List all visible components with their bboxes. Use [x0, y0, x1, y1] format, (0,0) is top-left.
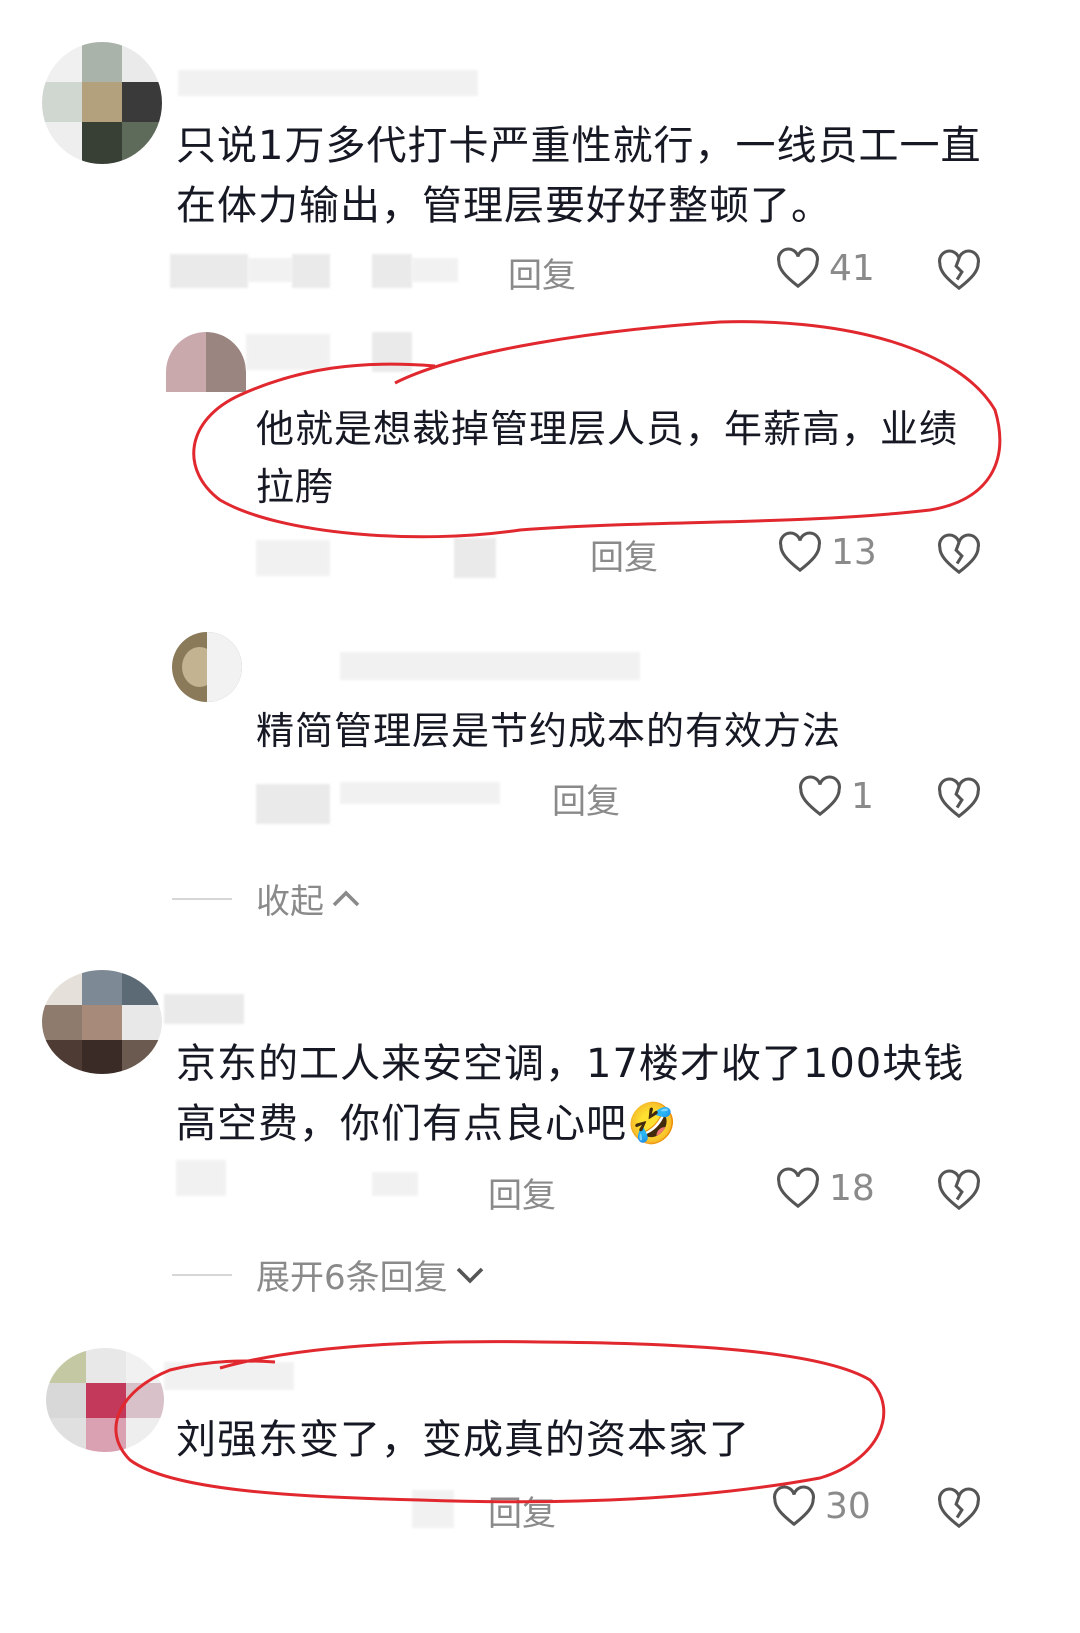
- like-count: 30: [825, 1485, 871, 1527]
- reply-button[interactable]: 回复: [590, 530, 658, 579]
- comment-text: 京东的工人来安空调，17楼才收了100块钱高空费，你们有点良心吧🤣: [176, 1034, 996, 1154]
- divider: [172, 1273, 232, 1276]
- avatar[interactable]: [42, 970, 162, 1074]
- collapse-label: 收起: [256, 882, 324, 922]
- like-button[interactable]: 30: [771, 1484, 871, 1528]
- username-blurred[interactable]: [246, 334, 330, 370]
- comment-text: 刘强东变了，变成真的资本家了: [176, 1417, 750, 1463]
- like-button[interactable]: 18: [775, 1166, 875, 1210]
- chevron-down-icon: [456, 1267, 483, 1284]
- expand-label: 展开6条回复: [256, 1258, 448, 1298]
- like-button[interactable]: 13: [777, 530, 877, 574]
- like-count: 41: [829, 247, 875, 289]
- reply-text: 精简管理层是节约成本的有效方法: [256, 709, 842, 753]
- like-count: 1: [851, 775, 874, 817]
- comment-meta-blurred: [454, 538, 496, 578]
- username-blurred[interactable]: [164, 994, 244, 1024]
- collapse-replies-button[interactable]: 收起: [172, 874, 362, 923]
- broken-heart-icon[interactable]: [936, 532, 982, 576]
- comment-meta-blurred: [372, 1172, 418, 1196]
- comment-meta-blurred: [292, 254, 330, 288]
- comment-meta-blurred: [372, 254, 412, 288]
- comment-text: 只说1万多代打卡严重性就行，一线员工一直在体力输出，管理层要好好整顿了。: [176, 123, 982, 229]
- username-blurred[interactable]: [164, 1362, 294, 1390]
- avatar[interactable]: [172, 632, 242, 702]
- laughing-crying-emoji-icon: 🤣: [627, 1101, 678, 1147]
- comment-meta-blurred: [340, 782, 500, 804]
- comment-meta-blurred: [176, 1160, 226, 1196]
- expand-replies-button[interactable]: 展开6条回复: [172, 1250, 486, 1299]
- reply-text: 他就是想裁掉管理层人员，年薪高，业绩拉胯: [256, 407, 959, 509]
- like-count: 18: [829, 1167, 875, 1209]
- like-count: 13: [831, 531, 877, 573]
- heart-outline-icon: [773, 1485, 815, 1527]
- avatar[interactable]: [166, 332, 246, 392]
- broken-heart-icon[interactable]: [936, 248, 982, 292]
- avatar[interactable]: [42, 42, 162, 164]
- username-blurred[interactable]: [340, 652, 640, 680]
- reply-button[interactable]: 回复: [488, 1168, 556, 1217]
- heart-outline-icon: [799, 775, 841, 817]
- broken-heart-icon[interactable]: [936, 1168, 982, 1212]
- chevron-up-icon: [332, 889, 360, 906]
- comment-meta-blurred: [256, 540, 330, 576]
- reply-button[interactable]: 回复: [508, 248, 576, 297]
- broken-heart-icon[interactable]: [936, 1486, 982, 1530]
- reply-button[interactable]: 回复: [488, 1486, 556, 1535]
- like-button[interactable]: 41: [775, 246, 875, 290]
- comment-meta-blurred: [256, 784, 330, 824]
- username-blurred[interactable]: [372, 332, 412, 372]
- divider: [172, 897, 232, 900]
- heart-outline-icon: [779, 531, 821, 573]
- comment-meta-blurred: [248, 258, 292, 282]
- comment-meta-blurred: [170, 254, 248, 288]
- username-blurred[interactable]: [178, 70, 478, 96]
- broken-heart-icon[interactable]: [936, 776, 982, 820]
- like-button[interactable]: 1: [797, 774, 874, 818]
- heart-outline-icon: [777, 1167, 819, 1209]
- reply-button[interactable]: 回复: [552, 774, 620, 823]
- avatar[interactable]: [46, 1348, 164, 1452]
- comment-text-body: 京东的工人来安空调，17楼才收了100块钱高空费，你们有点良心吧: [176, 1041, 965, 1147]
- comment-meta-blurred: [412, 258, 458, 282]
- heart-outline-icon: [777, 247, 819, 289]
- comment-meta-blurred: [412, 1490, 454, 1528]
